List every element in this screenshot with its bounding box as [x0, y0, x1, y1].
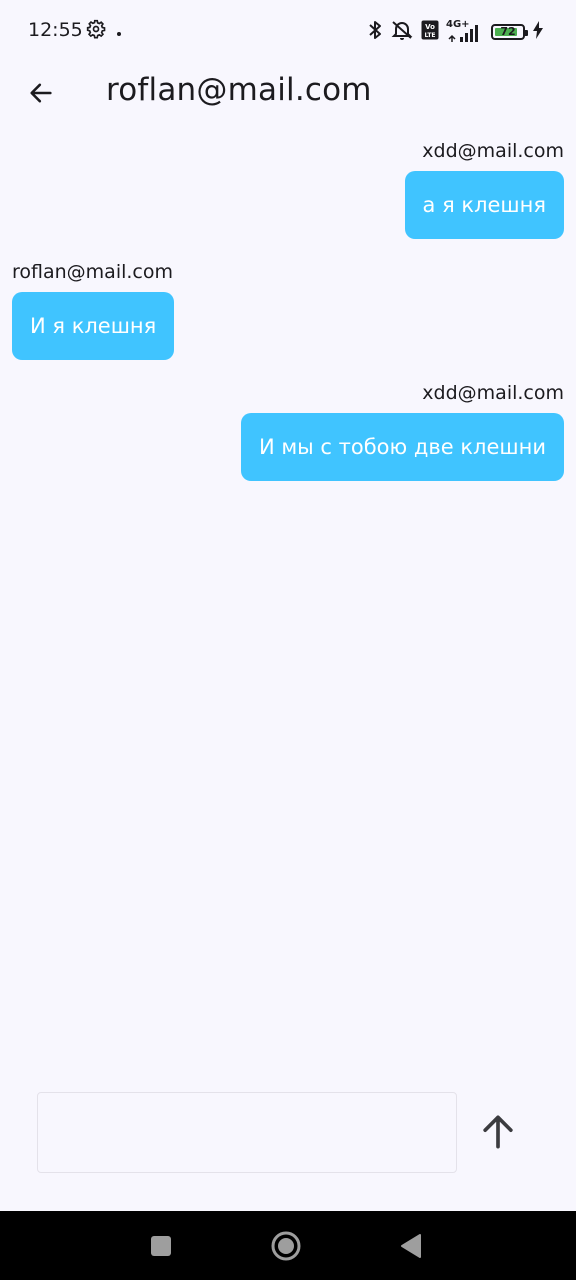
message-sender: xdd@mail.com: [422, 382, 564, 404]
message-bubble[interactable]: а я клешня: [404, 171, 564, 239]
volte-icon: Vo LTE: [421, 20, 439, 44]
message-input[interactable]: [38, 1093, 456, 1172]
settings-gear-icon: [86, 19, 106, 43]
recents-button[interactable]: [142, 1227, 180, 1265]
charging-bolt-icon: [532, 21, 544, 43]
triangle-back-icon: [401, 1234, 421, 1258]
message-sender: roflan@mail.com: [12, 261, 173, 283]
chat-title: roflan@mail.com: [106, 72, 372, 108]
arrow-left-icon: [30, 83, 52, 103]
status-time: 12:55: [28, 19, 83, 41]
battery-icon: 72: [491, 24, 528, 40]
system-nav-bar: [0, 1211, 576, 1280]
message-list[interactable]: xdd@mail.com а я клешня roflan@mail.com …: [0, 140, 576, 503]
message-bubble[interactable]: И мы с тобою две клешни: [240, 413, 564, 481]
home-button[interactable]: [267, 1227, 305, 1265]
square-icon: [151, 1236, 171, 1256]
message-bubble[interactable]: И я клешня: [12, 292, 175, 360]
message-item: xdd@mail.com И мы с тобою две клешни: [0, 382, 576, 481]
back-button[interactable]: [18, 70, 64, 116]
battery-level: 72: [500, 25, 516, 38]
app-bar: roflan@mail.com: [0, 62, 576, 120]
dot-icon: [116, 22, 122, 41]
send-button[interactable]: [472, 1106, 524, 1158]
message-input-container[interactable]: [37, 1092, 457, 1173]
svg-text:Vo: Vo: [425, 23, 435, 31]
arrow-up-icon: [483, 1115, 513, 1149]
nav-back-button[interactable]: [392, 1227, 430, 1265]
message-item: xdd@mail.com а я клешня: [0, 140, 576, 239]
bluetooth-icon: [367, 19, 383, 45]
message-sender: xdd@mail.com: [422, 140, 564, 162]
circle-icon: [271, 1231, 301, 1261]
signal-4g-icon: 4G+: [446, 19, 484, 43]
muted-alarm-icon: [390, 19, 414, 45]
svg-text:LTE: LTE: [424, 32, 435, 39]
message-item: roflan@mail.com И я клешня: [0, 261, 576, 360]
status-bar: 12:55 Vo LTE 4G+ 72: [0, 0, 576, 62]
